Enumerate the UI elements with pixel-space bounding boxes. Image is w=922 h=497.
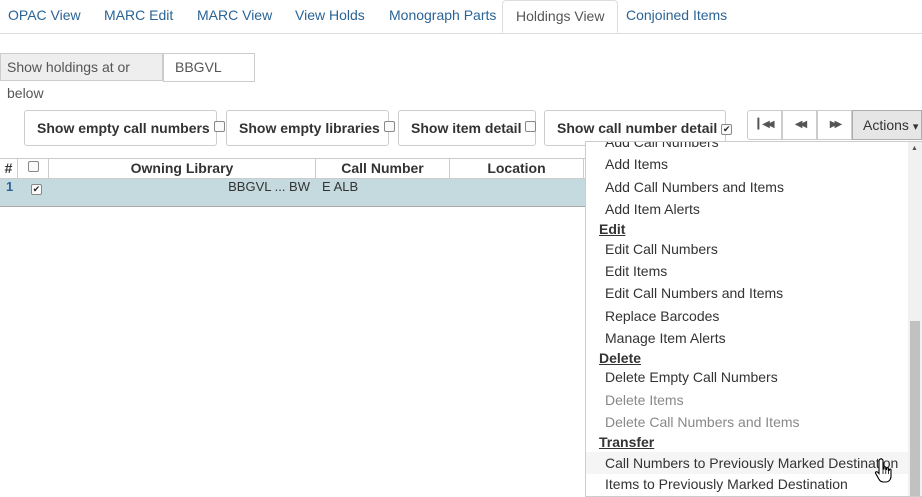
checkbox-checked[interactable]: ✔ [31, 184, 42, 195]
show-item-detail-toggle[interactable]: Show item detail [398, 110, 537, 146]
toggle-label: Show call number detail [557, 120, 718, 136]
row-owning-library: BBGVL ... BW [228, 179, 310, 194]
toggle-label: Show item detail [411, 120, 522, 136]
scrollbar-thumb[interactable] [910, 321, 920, 496]
checkbox[interactable] [383, 121, 395, 132]
select-all-checkbox[interactable] [27, 161, 39, 172]
caret-down-icon: ▾ [912, 121, 919, 133]
menu-item-edit-call-numbers-and-items[interactable]: Edit Call Numbers and Items [605, 285, 783, 301]
menu-item-edit-items[interactable]: Edit Items [605, 263, 667, 279]
tab-conjoined-items[interactable]: Conjoined Items [618, 0, 735, 33]
menu-item-delete-items: Delete Items [605, 392, 684, 408]
tab-marc-view[interactable]: MARC View [189, 0, 280, 33]
menu-item-add-call-numbers-and-items[interactable]: Add Call Numbers and Items [605, 179, 784, 195]
menu-header-edit: Edit [599, 221, 626, 237]
first-page-button[interactable]: ▎◀◀ [747, 110, 782, 140]
tab-monograph-parts[interactable]: Monograph Parts [381, 0, 504, 33]
show-empty-libraries-toggle[interactable]: Show empty libraries [226, 110, 395, 146]
checkbox[interactable] [525, 121, 537, 132]
column-header-location[interactable]: Location [450, 159, 584, 178]
show-empty-call-numbers-toggle[interactable]: Show empty call numbers [24, 110, 225, 146]
first-page-icon: ▎◀◀ [757, 119, 774, 130]
menu-item-call-numbers-to-marked-destination[interactable]: Call Numbers to Previously Marked Destin… [586, 452, 908, 474]
checkbox-checked[interactable]: ✔ [721, 124, 733, 135]
actions-label: Actions [863, 117, 909, 133]
menu-item-add-items[interactable]: Add Items [605, 156, 668, 172]
column-header-owning-library[interactable]: Owning Library [49, 159, 316, 178]
scroll-up-arrow-icon[interactable]: ▲ [911, 145, 918, 152]
menu-scrollbar[interactable]: ▲ [908, 142, 922, 496]
column-header-select[interactable] [18, 159, 49, 178]
toggle-label: Show empty call numbers [37, 120, 210, 136]
menu-item-items-to-marked-destination[interactable]: Items to Previously Marked Destination [605, 476, 848, 492]
menu-item-delete-call-numbers-and-items: Delete Call Numbers and Items [605, 414, 800, 430]
column-header-num[interactable]: # [0, 159, 18, 178]
menu-item-edit-call-numbers[interactable]: Edit Call Numbers [605, 241, 718, 257]
row-call-number: E ALB [322, 179, 359, 194]
row-select-checkbox[interactable]: ✔ [31, 181, 42, 196]
record-tabs: OPAC View MARC Edit MARC View View Holds… [0, 0, 922, 34]
next-page-button[interactable]: ▶▶ [817, 110, 852, 140]
actions-menu: Add Call Numbers Add Items Add Call Numb… [585, 141, 922, 497]
menu-item-add-item-alerts[interactable]: Add Item Alerts [605, 201, 700, 217]
actions-dropdown-button[interactable]: Actions ▾ [852, 110, 922, 140]
menu-item-delete-empty-call-numbers[interactable]: Delete Empty Call Numbers [605, 369, 778, 385]
hand-cursor-icon [874, 458, 892, 483]
previous-page-button[interactable]: ◀◀ [782, 110, 817, 140]
toggle-label: Show empty libraries [239, 120, 380, 136]
column-header-call-number[interactable]: Call Number [316, 159, 450, 178]
menu-item-manage-item-alerts[interactable]: Manage Item Alerts [605, 330, 726, 346]
tab-marc-edit[interactable]: MARC Edit [96, 0, 181, 33]
checkbox[interactable] [213, 121, 225, 132]
tab-opac-view[interactable]: OPAC View [0, 0, 89, 33]
previous-page-icon: ◀◀ [794, 119, 808, 130]
tab-holdings-view[interactable]: Holdings View [502, 0, 619, 33]
holdings-filter-label: Show holdings at or below [0, 53, 163, 101]
menu-header-transfer: Transfer [599, 434, 655, 450]
menu-item-replace-barcodes[interactable]: Replace Barcodes [605, 308, 719, 324]
next-page-icon: ▶▶ [829, 119, 843, 130]
menu-item-add-call-numbers[interactable]: Add Call Numbers [605, 142, 719, 150]
tab-view-holds[interactable]: View Holds [287, 0, 373, 33]
row-number: 1 [6, 179, 14, 194]
holdings-org-selector[interactable]: BBGVL [163, 53, 255, 82]
menu-header-delete: Delete [599, 350, 642, 366]
